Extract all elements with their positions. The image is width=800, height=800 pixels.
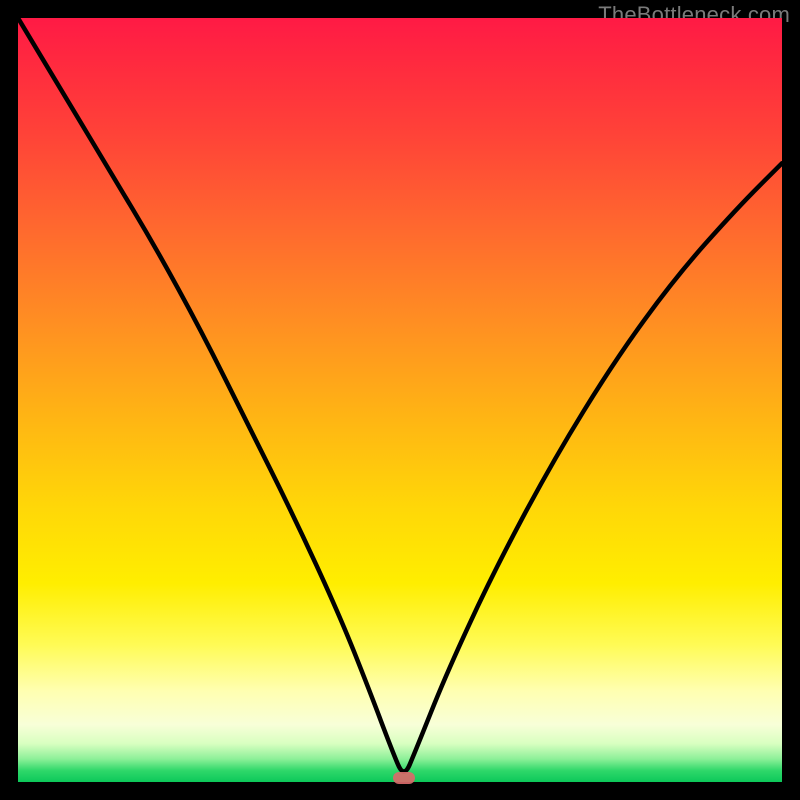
bottleneck-curve — [18, 18, 782, 782]
plot-area — [18, 18, 782, 782]
chart-frame: TheBottleneck.com — [0, 0, 800, 800]
minimum-marker — [393, 772, 415, 784]
